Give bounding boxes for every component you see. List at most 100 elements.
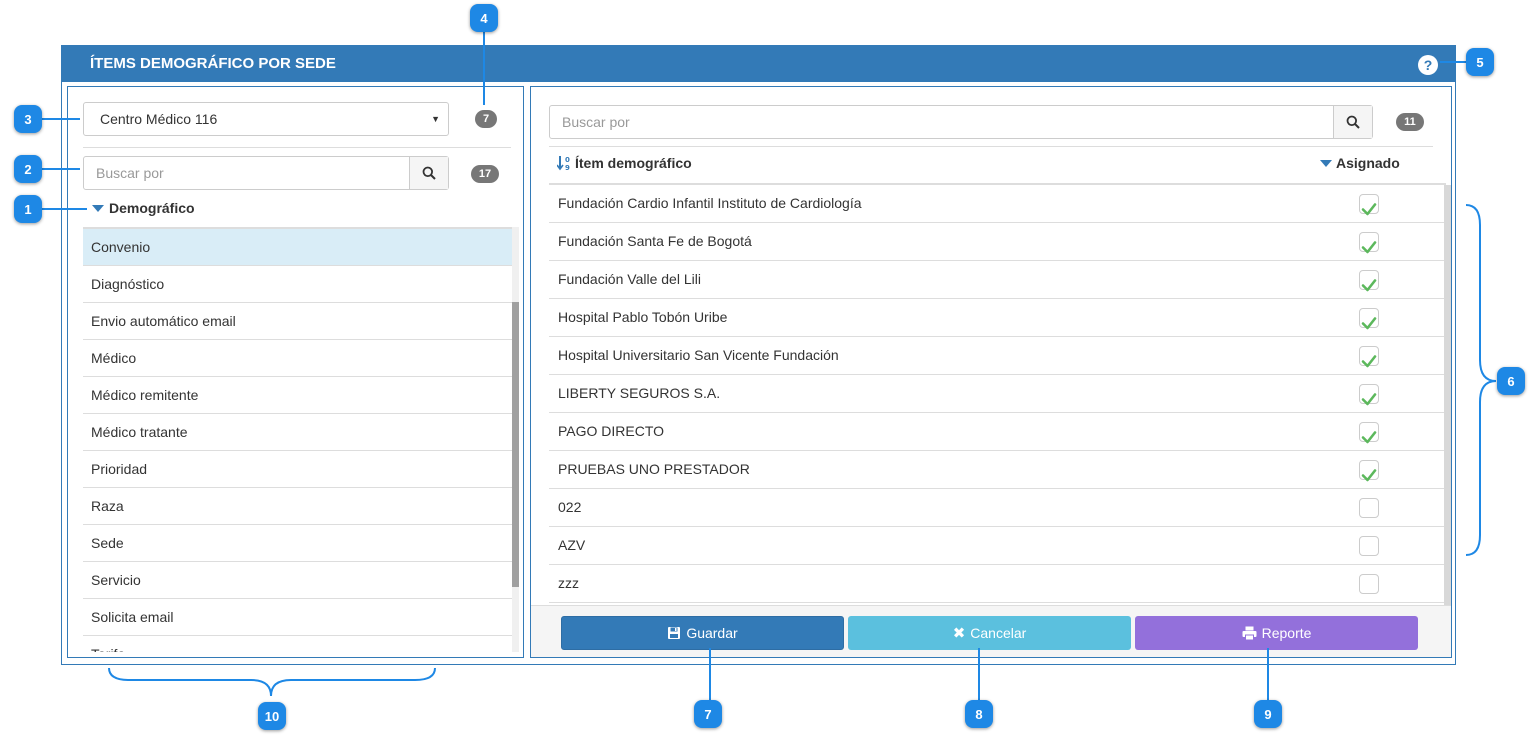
assigned-checkbox[interactable] — [1359, 574, 1379, 594]
list-item[interactable]: Diagnóstico — [83, 266, 513, 303]
printer-icon — [1242, 626, 1257, 640]
list-item[interactable]: Solicita email — [83, 599, 513, 636]
table-row: Fundación Valle del Lili — [549, 261, 1446, 299]
callout-9: 9 — [1254, 700, 1282, 728]
callout-1: 1 — [14, 195, 42, 223]
list-item[interactable]: Médico — [83, 340, 513, 377]
callout-10: 10 — [258, 702, 286, 730]
left-search-input[interactable] — [84, 157, 410, 189]
action-bar: Guardar ✖ Cancelar Reporte — [531, 605, 1451, 657]
table-scrollbar[interactable] — [1444, 185, 1451, 605]
floppy-icon — [668, 627, 681, 639]
table-row: PRUEBAS UNO PRESTADOR — [549, 451, 1446, 489]
sede-select-value: Centro Médico 116 — [100, 111, 218, 127]
callout-7: 7 — [694, 700, 722, 728]
col-item-label: Ítem demográfico — [575, 155, 692, 171]
assigned-checkbox[interactable] — [1359, 270, 1379, 292]
divider — [549, 146, 1433, 147]
report-button[interactable]: Reporte — [1135, 616, 1418, 650]
panel-title: ÍTEMS DEMOGRÁFICO POR SEDE — [90, 55, 336, 72]
assigned-checkbox[interactable] — [1359, 194, 1379, 216]
divider — [83, 147, 511, 148]
check-icon — [1361, 317, 1377, 330]
row-item-name: Fundación Cardio Infantil Instituto de C… — [558, 195, 862, 211]
callout-8: 8 — [965, 700, 993, 728]
callout-line — [709, 648, 711, 702]
assigned-checkbox[interactable] — [1359, 308, 1379, 330]
list-item[interactable]: Médico tratante — [83, 414, 513, 451]
row-item-name: Hospital Universitario San Vicente Funda… — [558, 347, 839, 363]
check-icon — [1361, 469, 1377, 482]
search-icon — [422, 166, 436, 180]
list-item[interactable]: Médico remitente — [83, 377, 513, 414]
report-label: Reporte — [1261, 625, 1312, 641]
sede-select[interactable]: Centro Médico 116 ▼ — [83, 102, 449, 136]
row-item-name: LIBERTY SEGUROS S.A. — [558, 385, 721, 401]
table-row: LIBERTY SEGUROS S.A. — [549, 375, 1446, 413]
right-search-input[interactable] — [550, 106, 1334, 138]
tree-label: Demográfico — [109, 200, 195, 216]
right-search — [549, 105, 1373, 139]
dropdown-arrow-icon: ▼ — [431, 114, 440, 124]
right-search-button[interactable] — [1333, 106, 1372, 138]
row-item-name: Hospital Pablo Tobón Uribe — [558, 309, 728, 325]
scrollbar-thumb[interactable] — [512, 302, 519, 587]
list-item[interactable]: Envio automático email — [83, 303, 513, 340]
list-item[interactable]: Prioridad — [83, 451, 513, 488]
cancel-button[interactable]: ✖ Cancelar — [848, 616, 1131, 650]
assigned-checkbox[interactable] — [1359, 346, 1379, 368]
callout-line — [978, 648, 980, 702]
list-item[interactable]: Tarifa — [83, 636, 513, 652]
items-demografico-panel: ÍTEMS DEMOGRÁFICO POR SEDE ? Centro Médi… — [61, 45, 1456, 665]
callout-line — [1440, 61, 1468, 63]
list-scrollbar[interactable] — [512, 227, 519, 652]
help-icon[interactable]: ? — [1418, 55, 1438, 75]
row-item-name: AZV — [558, 537, 586, 553]
bracket-10 — [108, 667, 436, 697]
col-header-item[interactable]: 09 Ítem demográfico — [557, 155, 692, 171]
check-icon — [1361, 431, 1377, 444]
callout-line — [483, 32, 485, 105]
tree-toggle-demografico[interactable]: Demográfico — [92, 200, 195, 216]
table-row: Hospital Universitario San Vicente Funda… — [549, 337, 1446, 375]
table-row: 022 — [549, 489, 1446, 527]
list-item[interactable]: Convenio — [83, 229, 513, 266]
assigned-checkbox[interactable] — [1359, 384, 1379, 406]
col-assigned-label: Asignado — [1336, 155, 1400, 171]
check-icon — [1361, 241, 1377, 254]
list-item[interactable]: Raza — [83, 488, 513, 525]
assigned-checkbox[interactable] — [1359, 460, 1379, 482]
check-icon — [1361, 279, 1377, 292]
row-item-name: Fundación Santa Fe de Bogotá — [558, 233, 752, 249]
save-label: Guardar — [686, 625, 738, 641]
row-item-name: 022 — [558, 499, 582, 515]
search-icon — [1346, 115, 1360, 129]
assigned-checkbox[interactable] — [1359, 536, 1379, 556]
table-row: Fundación Santa Fe de Bogotá — [549, 223, 1446, 261]
assigned-checkbox[interactable] — [1359, 422, 1379, 444]
left-search-button[interactable] — [409, 157, 448, 189]
list-item[interactable]: Servicio — [83, 562, 513, 599]
row-item-name: PRUEBAS UNO PRESTADOR — [558, 461, 750, 477]
callout-4: 4 — [470, 4, 498, 32]
demografico-table: Fundación Cardio Infantil Instituto de C… — [549, 183, 1446, 603]
table-row: zzz — [549, 565, 1446, 603]
caret-down-icon — [92, 204, 104, 212]
table-row: PAGO DIRECTO — [549, 413, 1446, 451]
callout-2: 2 — [14, 155, 42, 183]
col-header-assigned[interactable]: Asignado — [1320, 155, 1400, 171]
check-icon — [1361, 203, 1377, 216]
list-item[interactable]: Sede — [83, 525, 513, 562]
row-item-name: PAGO DIRECTO — [558, 423, 665, 439]
save-button[interactable]: Guardar — [561, 616, 844, 650]
panel-header: ÍTEMS DEMOGRÁFICO POR SEDE ? — [62, 46, 1455, 82]
table-row: Hospital Pablo Tobón Uribe — [549, 299, 1446, 337]
assigned-checkbox[interactable] — [1359, 232, 1379, 254]
assigned-checkbox[interactable] — [1359, 498, 1379, 518]
callout-line — [1267, 648, 1269, 702]
table-row: Fundación Cardio Infantil Instituto de C… — [549, 185, 1446, 223]
row-item-name: Fundación Valle del Lili — [558, 271, 701, 287]
close-icon: ✖ — [952, 625, 966, 642]
sort-icon: 09 — [557, 156, 570, 171]
svg-text:9: 9 — [565, 164, 570, 171]
